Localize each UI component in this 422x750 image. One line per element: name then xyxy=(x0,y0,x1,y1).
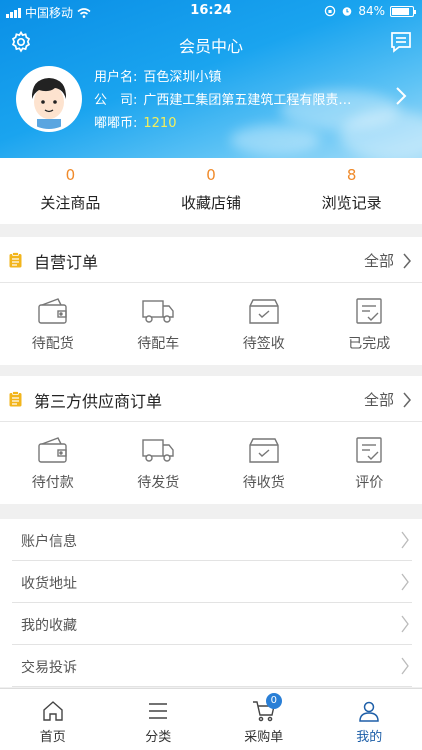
cart-count-badge: 0 xyxy=(265,693,282,709)
wallet-icon xyxy=(38,437,67,463)
account-menu: 账户信息 收货地址 我的收藏 交易投诉 xyxy=(0,519,422,687)
section-header: 第三方供应商订单 全部 xyxy=(0,376,422,422)
order-status-pending-vehicle[interactable]: 待配车 xyxy=(106,283,212,365)
order-status-label: 已完成 xyxy=(348,336,391,352)
menu-item-label: 收货地址 xyxy=(21,576,77,592)
stats-bar: 0 关注商品 0 收藏店铺 8 浏览记录 xyxy=(0,158,422,224)
header: 中国移动 16:24 84% 会员中心 用户名: 百色深圳小镇 公 司: 广西建… xyxy=(0,0,422,158)
wallet-icon xyxy=(38,298,67,324)
view-all-link[interactable]: 全部 xyxy=(364,389,394,410)
username: 百色深圳小镇 xyxy=(143,70,222,85)
truck-icon xyxy=(142,439,174,462)
tab-category[interactable]: 分类 xyxy=(106,689,212,750)
order-status-label: 待发货 xyxy=(137,475,180,491)
message-icon[interactable] xyxy=(389,30,413,54)
order-status-pending-allocation[interactable]: 待配货 xyxy=(0,283,106,365)
chevron-right-icon[interactable] xyxy=(402,253,412,269)
self-orders-section: 自营订单 全部 待配货 待配车 待签收 已完成 xyxy=(0,237,422,365)
section-title: 第三方供应商订单 xyxy=(34,392,163,411)
view-all-link[interactable]: 全部 xyxy=(364,250,394,271)
coins-label: 嘟嘟币: xyxy=(94,116,138,131)
menu-item-label: 我的收藏 xyxy=(21,618,77,634)
order-status-label: 评价 xyxy=(355,475,384,491)
checklist-icon xyxy=(356,437,382,463)
coins-value: 1210 xyxy=(143,116,177,131)
chevron-right-icon[interactable] xyxy=(394,86,408,106)
bottom-tab-bar: 首页 分类 0 采购单 我的 xyxy=(0,688,422,750)
avatar[interactable] xyxy=(16,66,82,132)
stat-favorite-shops[interactable]: 0 收藏店铺 xyxy=(141,158,282,224)
chevron-right-icon xyxy=(401,657,409,675)
order-status-pending-shipment[interactable]: 待发货 xyxy=(106,422,212,504)
tab-home[interactable]: 首页 xyxy=(0,689,106,750)
order-status-label: 待付款 xyxy=(31,475,74,491)
chevron-right-icon[interactable] xyxy=(402,392,412,408)
cartoon-boy-avatar-icon xyxy=(19,69,79,129)
clipboard-icon xyxy=(9,391,22,407)
order-status-label: 待收货 xyxy=(242,475,285,491)
section-header: 自营订单 全部 xyxy=(0,237,422,283)
third-party-orders-section: 第三方供应商订单 全部 待付款 待发货 待收货 评价 xyxy=(0,376,422,504)
checklist-icon xyxy=(356,298,382,324)
stat-browse-history[interactable]: 8 浏览记录 xyxy=(281,158,422,224)
alarm-icon xyxy=(343,7,352,16)
tab-label: 首页 xyxy=(39,730,66,745)
company-label: 公 司: xyxy=(94,93,138,108)
rotation-lock-icon xyxy=(325,5,336,17)
menu-item-label: 账户信息 xyxy=(21,534,77,550)
order-status-review[interactable]: 评价 xyxy=(317,422,422,504)
page-title: 会员中心 xyxy=(178,37,243,56)
battery-percent: 84% xyxy=(358,4,385,18)
home-icon xyxy=(43,701,63,721)
tab-label: 我的 xyxy=(356,730,383,745)
stat-label: 收藏店铺 xyxy=(181,194,242,212)
order-status-pending-signoff[interactable]: 待签收 xyxy=(211,283,317,365)
stat-label: 关注商品 xyxy=(40,194,101,212)
order-status-label: 待签收 xyxy=(242,336,285,352)
menu-item-label: 交易投诉 xyxy=(21,660,77,676)
order-status-label: 待配车 xyxy=(137,336,180,352)
profile-card[interactable]: 用户名: 百色深圳小镇 公 司: 广西建工集团第五建筑工程有限责… 嘟嘟币: 1210 xyxy=(16,66,416,132)
status-bar: 中国移动 16:24 84% xyxy=(0,0,422,22)
company-name: 广西建工集团第五建筑工程有限责… xyxy=(143,93,352,108)
battery-icon xyxy=(390,5,416,17)
truck-icon xyxy=(142,300,174,323)
tab-purchase-list[interactable]: 0 采购单 xyxy=(211,689,317,750)
list-icon xyxy=(149,703,168,719)
order-status-completed[interactable]: 已完成 xyxy=(317,283,422,365)
chevron-right-icon xyxy=(401,615,409,633)
user-icon xyxy=(359,701,380,722)
stat-count: 0 xyxy=(65,166,76,184)
box-icon xyxy=(249,299,279,324)
menu-item-my-favorites[interactable]: 我的收藏 xyxy=(12,603,412,645)
stat-label: 浏览记录 xyxy=(321,194,382,212)
order-status-pending-receipt[interactable]: 待收货 xyxy=(211,422,317,504)
menu-item-account-info[interactable]: 账户信息 xyxy=(12,519,412,561)
tab-mine[interactable]: 我的 xyxy=(317,689,422,750)
box-icon xyxy=(249,438,279,463)
stat-followed-products[interactable]: 0 关注商品 xyxy=(0,158,141,224)
username-label: 用户名: xyxy=(94,70,138,85)
order-status-label: 待配货 xyxy=(31,336,74,352)
menu-item-trade-complaints[interactable]: 交易投诉 xyxy=(12,645,412,687)
chevron-right-icon xyxy=(401,531,409,549)
section-title: 自营订单 xyxy=(34,253,99,272)
clipboard-icon xyxy=(9,252,22,268)
tab-label: 分类 xyxy=(145,730,172,745)
stat-count: 8 xyxy=(346,166,357,184)
chevron-right-icon xyxy=(401,573,409,591)
stat-count: 0 xyxy=(206,166,216,184)
tab-label: 采购单 xyxy=(244,730,284,745)
order-status-pending-payment[interactable]: 待付款 xyxy=(0,422,106,504)
menu-item-shipping-address[interactable]: 收货地址 xyxy=(12,561,412,603)
